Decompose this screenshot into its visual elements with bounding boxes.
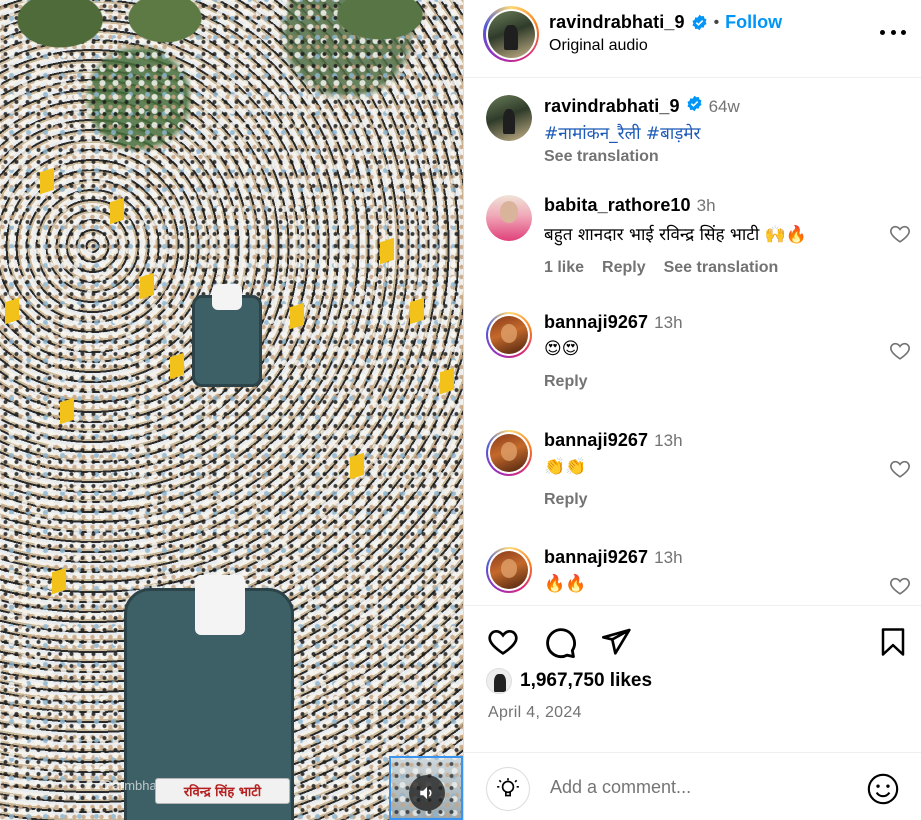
- verified-badge-icon: [692, 14, 707, 31]
- commenter-avatar[interactable]: [486, 195, 532, 241]
- flag: [52, 567, 66, 595]
- flag: [170, 352, 184, 380]
- liker-avatar: [486, 668, 512, 694]
- post-details-panel: ravindrabhati_9 • Follow Original audio …: [463, 0, 921, 820]
- comment-input[interactable]: [550, 777, 840, 798]
- heart-icon[interactable]: [889, 340, 911, 362]
- author-username[interactable]: ravindrabhati_9: [549, 12, 685, 33]
- comment-time: 13h: [654, 313, 683, 332]
- flag: [440, 367, 454, 395]
- reply-button[interactable]: Reply: [602, 259, 646, 277]
- flag: [380, 237, 394, 265]
- caption-hashtags[interactable]: #नामांकन_रैली #बाड़मेर: [544, 124, 701, 144]
- caption-time: 64w: [708, 97, 740, 116]
- comment-text: बहुत शानदार भाई रविन्द्र सिंह भाटी 🙌🔥: [544, 225, 807, 245]
- flag: [290, 302, 304, 330]
- heart-icon[interactable]: [889, 575, 911, 597]
- commenter-username[interactable]: bannaji9267: [544, 547, 648, 568]
- sound-icon: [420, 787, 432, 799]
- separator-dot: •: [713, 13, 720, 31]
- verified-badge-icon: [687, 95, 702, 112]
- comment-like-count[interactable]: 1 like: [544, 259, 584, 277]
- more-options-icon[interactable]: [880, 22, 906, 42]
- heart-icon[interactable]: [889, 223, 911, 245]
- caption-username[interactable]: ravindrabhati_9: [544, 96, 680, 117]
- post-media[interactable]: Parmbhan Pr ... Barm रविन्द्र सिंह भाटी: [0, 0, 463, 820]
- car-banner: रविन्द्र सिंह भाटी: [155, 778, 290, 804]
- commenter-avatar[interactable]: [486, 312, 532, 358]
- smiley-icon[interactable]: [866, 772, 900, 806]
- commenter-username[interactable]: babita_rathore10: [544, 195, 691, 216]
- commenter-avatar[interactable]: [486, 430, 532, 476]
- flag: [5, 297, 19, 325]
- sound-toggle-button[interactable]: [409, 775, 445, 811]
- flag: [140, 272, 154, 300]
- reply-button[interactable]: Reply: [544, 373, 588, 391]
- comment-time: 13h: [654, 548, 683, 567]
- likes-count[interactable]: 1,967,750 likes: [520, 670, 652, 692]
- flag: [110, 197, 124, 225]
- post-header: ravindrabhati_9 • Follow Original audio: [464, 0, 921, 78]
- follow-button[interactable]: Follow: [725, 12, 782, 33]
- post-date[interactable]: April 4, 2024: [488, 704, 582, 722]
- commenter-username[interactable]: bannaji9267: [544, 312, 648, 333]
- see-translation-link[interactable]: See translation: [664, 259, 779, 277]
- person-on-car: [195, 575, 245, 635]
- commenter-username[interactable]: bannaji9267: [544, 430, 648, 451]
- comment-icon[interactable]: [543, 626, 577, 660]
- comment-text: 😍😍: [544, 339, 580, 359]
- emoji-icon[interactable]: [486, 767, 530, 811]
- commenter-avatar[interactable]: [486, 547, 532, 593]
- person-on-car: [212, 284, 242, 310]
- audio-label[interactable]: Original audio: [549, 37, 648, 55]
- like-heart-icon[interactable]: [486, 626, 520, 658]
- bookmark-icon[interactable]: [878, 626, 908, 658]
- author-avatar[interactable]: [483, 6, 539, 62]
- heart-icon[interactable]: [889, 458, 911, 480]
- comment-text: 👏👏: [544, 457, 587, 477]
- flag: [40, 167, 54, 195]
- comment-time: 3h: [696, 196, 716, 215]
- comment-text: 🔥🔥: [544, 574, 587, 594]
- see-translation-link[interactable]: See translation: [544, 148, 872, 166]
- flag: [60, 397, 74, 425]
- comment-time: 13h: [654, 431, 683, 450]
- trees: [0, 0, 463, 60]
- reply-button[interactable]: Reply: [544, 491, 588, 509]
- flag: [410, 297, 424, 325]
- share-icon[interactable]: [599, 626, 633, 658]
- flag: [350, 452, 364, 480]
- caption-avatar[interactable]: [486, 95, 532, 141]
- comment-composer: [464, 752, 921, 820]
